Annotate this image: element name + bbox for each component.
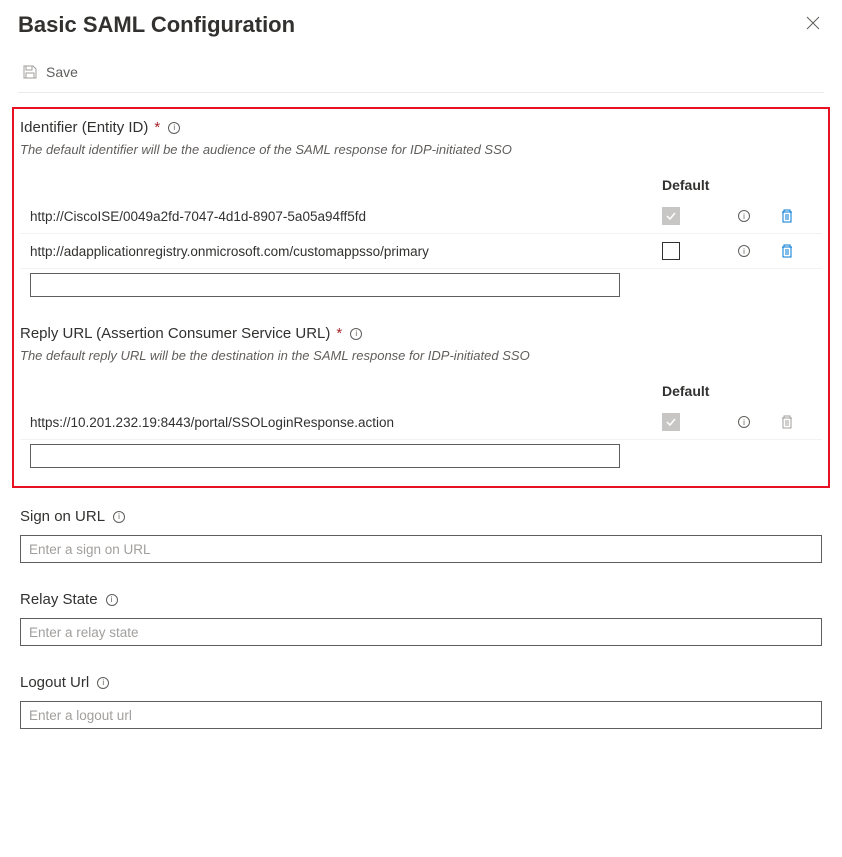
identifier-section: Identifier (Entity ID) * i The default i… bbox=[20, 119, 822, 301]
required-indicator: * bbox=[154, 119, 160, 136]
logout-title-row: Logout Url i bbox=[20, 674, 822, 691]
close-button[interactable] bbox=[802, 12, 824, 37]
delete-button[interactable] bbox=[779, 243, 795, 259]
trash-icon bbox=[779, 414, 795, 430]
reply-title-row: Reply URL (Assertion Consumer Service UR… bbox=[20, 325, 822, 342]
identifier-url: http://CiscoISE/0049a2fd-7047-4d1d-8907-… bbox=[30, 209, 662, 224]
signon-title: Sign on URL bbox=[20, 508, 105, 525]
reply-description: The default reply URL will be the destin… bbox=[20, 348, 822, 363]
table-row: http://CiscoISE/0049a2fd-7047-4d1d-8907-… bbox=[20, 199, 822, 234]
identifier-add-row bbox=[20, 269, 822, 301]
save-icon bbox=[22, 64, 38, 80]
identifier-new-input[interactable] bbox=[30, 273, 620, 297]
identifier-table-header: Default bbox=[20, 171, 822, 199]
info-icon[interactable]: i bbox=[168, 122, 180, 134]
info-icon[interactable]: i bbox=[113, 511, 125, 523]
delete-button[interactable] bbox=[779, 414, 795, 430]
table-row: http://adapplicationregistry.onmicrosoft… bbox=[20, 234, 822, 269]
relay-state-section: Relay State i bbox=[18, 591, 824, 646]
info-icon[interactable]: i bbox=[738, 245, 750, 257]
info-icon[interactable]: i bbox=[106, 594, 118, 606]
info-icon[interactable]: i bbox=[738, 210, 750, 222]
relay-title-row: Relay State i bbox=[20, 591, 822, 608]
save-label: Save bbox=[46, 64, 78, 80]
reply-new-input[interactable] bbox=[30, 444, 620, 468]
reply-url-section: Reply URL (Assertion Consumer Service UR… bbox=[20, 325, 822, 472]
checkmark-icon bbox=[665, 210, 677, 222]
logout-url-input[interactable] bbox=[20, 701, 822, 729]
reply-table-header: Default bbox=[20, 377, 822, 405]
required-indicator: * bbox=[336, 325, 342, 342]
info-icon[interactable]: i bbox=[738, 416, 750, 428]
checkmark-icon bbox=[665, 416, 677, 428]
relay-state-input[interactable] bbox=[20, 618, 822, 646]
signon-url-input[interactable] bbox=[20, 535, 822, 563]
signon-url-section: Sign on URL i bbox=[18, 508, 824, 563]
info-icon[interactable]: i bbox=[350, 328, 362, 340]
relay-title: Relay State bbox=[20, 591, 98, 608]
identifier-title: Identifier (Entity ID) bbox=[20, 119, 148, 136]
highlighted-config-area: Identifier (Entity ID) * i The default i… bbox=[12, 107, 830, 488]
default-column-header: Default bbox=[662, 177, 722, 193]
table-row: https://10.201.232.19:8443/portal/SSOLog… bbox=[20, 405, 822, 440]
identifier-description: The default identifier will be the audie… bbox=[20, 142, 822, 157]
default-checkbox[interactable] bbox=[662, 207, 680, 225]
delete-button[interactable] bbox=[779, 208, 795, 224]
default-checkbox[interactable] bbox=[662, 242, 680, 260]
close-icon bbox=[806, 16, 820, 30]
info-icon[interactable]: i bbox=[97, 677, 109, 689]
reply-title: Reply URL (Assertion Consumer Service UR… bbox=[20, 325, 330, 342]
trash-icon bbox=[779, 208, 795, 224]
default-checkbox[interactable] bbox=[662, 413, 680, 431]
trash-icon bbox=[779, 243, 795, 259]
signon-title-row: Sign on URL i bbox=[20, 508, 822, 525]
identifier-url: http://adapplicationregistry.onmicrosoft… bbox=[30, 244, 662, 259]
save-button[interactable]: Save bbox=[18, 62, 82, 82]
logout-title: Logout Url bbox=[20, 674, 89, 691]
default-column-header: Default bbox=[662, 383, 722, 399]
identifier-title-row: Identifier (Entity ID) * i bbox=[20, 119, 822, 136]
page-title: Basic SAML Configuration bbox=[18, 12, 295, 38]
reply-add-row bbox=[20, 440, 822, 472]
reply-url: https://10.201.232.19:8443/portal/SSOLog… bbox=[30, 415, 662, 430]
logout-url-section: Logout Url i bbox=[18, 674, 824, 729]
